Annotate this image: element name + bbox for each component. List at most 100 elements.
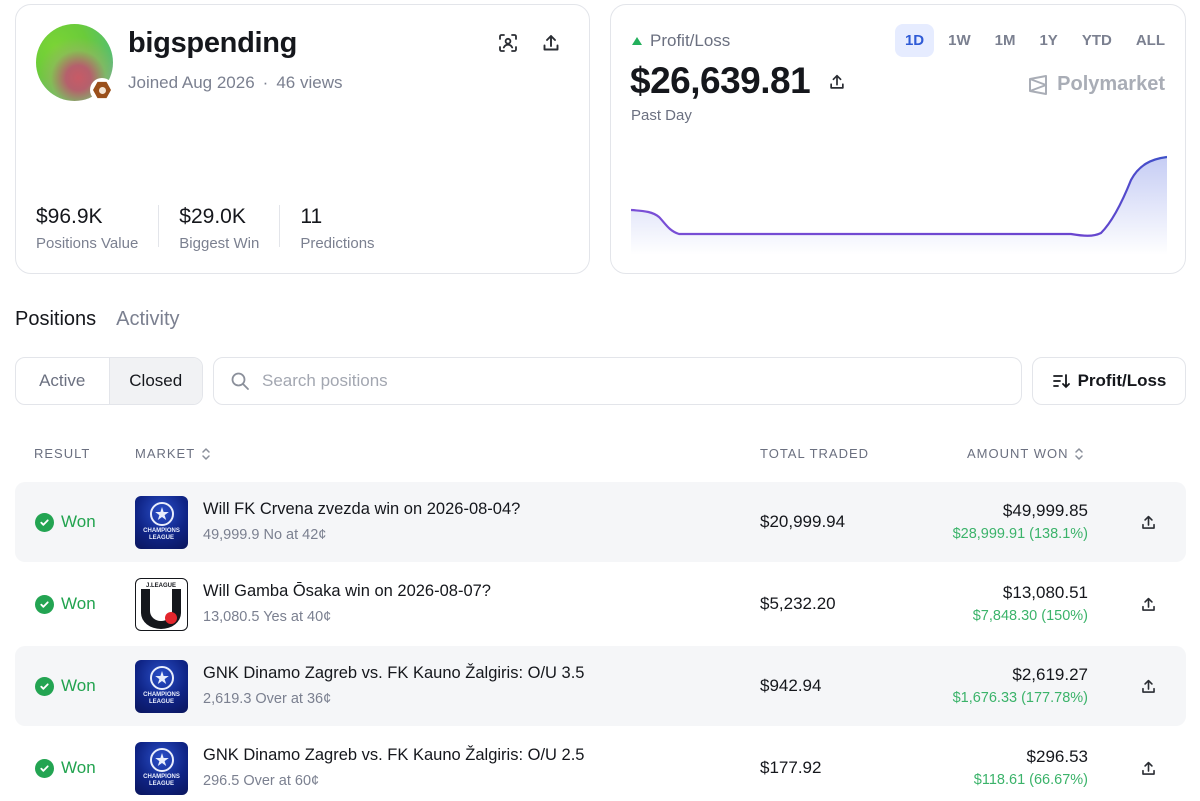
sort-updown-icon [202,447,210,460]
starball-icon [149,748,174,772]
result-cell: Won [35,512,96,532]
header-amount-won[interactable]: AMOUNT WON [967,446,1084,461]
tab-positions[interactable]: Positions [15,308,96,331]
result-label: Won [61,676,96,695]
amount-won-cell: $13,080.51 $7,848.30 (150%) [973,583,1088,624]
stat-value: $96.9K [36,205,103,228]
share-pnl-button[interactable] [824,69,850,95]
range-all[interactable]: ALL [1126,24,1175,57]
segment-closed[interactable]: Closed [108,358,202,404]
market-detail: 13,080.5 Yes at 40¢ [203,609,332,625]
tab-activity[interactable]: Activity [116,308,179,331]
stat-value: $29.0K [179,205,246,228]
amount-won: $13,080.51 [1002,583,1088,602]
pnl-period: Past Day [631,107,692,124]
sort-button[interactable]: Profit/Loss [1032,357,1186,405]
share-profile-button[interactable] [538,30,564,56]
amount-won: $2,619.27 [1012,665,1088,684]
total-traded: $5,232.20 [760,594,836,613]
stat-label: Predictions [300,235,375,252]
market-detail: 296.5 Over at 60¢ [203,773,320,789]
champions-league-logo: CHAMPIONS LEAGUE [135,742,188,795]
scan-profile-button[interactable] [495,30,521,56]
share-icon [1141,515,1155,529]
range-1y[interactable]: 1Y [1029,24,1067,57]
username: bigspending [128,27,298,59]
table-row[interactable]: Won J.LEAGUE Will Gamba Ōsaka win on 202… [15,564,1186,644]
trend-up-icon [632,37,642,45]
share-position-button[interactable] [1135,755,1161,781]
header-label: MARKET [135,446,196,461]
pnl-label-row: Profit/Loss [632,31,730,51]
joined-date: Joined Aug 2026 [128,73,255,92]
share-position-button[interactable] [1135,591,1161,617]
range-selector: 1D 1W 1M 1Y YTD ALL [894,24,1175,57]
market-title[interactable]: GNK Dinamo Zagreb vs. FK Kauno Žalgiris:… [203,664,584,683]
pnl-value: $26,639.81 [630,60,811,101]
market-title[interactable]: GNK Dinamo Zagreb vs. FK Kauno Žalgiris:… [203,746,584,765]
result-label: Won [61,512,96,531]
positions-tabs: Positions Activity [15,308,180,331]
sort-label: Profit/Loss [1077,371,1167,390]
search-input[interactable] [262,371,962,391]
market-title[interactable]: Will FK Crvena zvezda win on 2026-08-04? [203,500,520,519]
profile-card: bigspending Joined Aug 2026 · 46 views $96… [15,4,590,274]
logo-text: J.LEAGUE [146,583,176,589]
segment-active[interactable]: Active [16,358,109,404]
profit-gain: $7,848.30 (150%) [972,608,1088,624]
profile-meta: Joined Aug 2026 · 46 views [128,73,343,92]
logo-text-line: LEAGUE [148,781,174,787]
pnl-label: Profit/Loss [650,31,731,50]
scan-icon [499,34,517,52]
share-icon [543,35,559,51]
share-icon [1141,597,1155,611]
range-1m[interactable]: 1M [985,24,1026,57]
status-segmented-control: Active Closed [15,357,203,405]
amount-won: $296.53 [1026,747,1088,766]
market-detail: 49,999.9 No at 42¢ [203,527,327,543]
pnl-chart [631,155,1167,255]
logo-text: CHAMPIONS LEAGUE [143,528,180,542]
share-icon [1141,679,1155,693]
total-traded: $942.94 [760,676,822,695]
market-detail: 2,619.3 Over at 36¢ [203,691,332,707]
total-traded: $177.92 [760,758,822,777]
pnl-area [631,157,1167,255]
logo-text: CHAMPIONS LEAGUE [143,774,180,788]
amount-won-cell: $2,619.27 $1,676.33 (177.78%) [953,665,1088,706]
share-position-button[interactable] [1135,673,1161,699]
range-1d[interactable]: 1D [894,24,935,57]
stat-value: 11 [300,205,323,228]
result-label: Won [61,758,96,777]
pnl-line [631,155,1167,237]
search-icon [231,372,249,390]
stat-label: Biggest Win [179,235,260,252]
range-1w[interactable]: 1W [938,24,981,57]
table-row[interactable]: Won CHAMPIONS LEAGUE GNK Dinamo Zagreb vs… [15,728,1186,801]
header-label: TOTAL TRADED [760,446,870,461]
range-ytd[interactable]: YTD [1072,24,1122,57]
champions-league-logo: CHAMPIONS LEAGUE [135,660,188,713]
logo-text-line: CHAMPIONS [143,528,180,534]
logo-text-line: LEAGUE [148,699,174,705]
polymarket-brand: Polymarket [1027,73,1165,96]
profit-gain: $1,676.33 (177.78%) [952,690,1088,706]
logo-text: CHAMPIONS LEAGUE [143,692,180,706]
logo-text-line: CHAMPIONS [143,692,180,698]
table-row[interactable]: Won CHAMPIONS LEAGUE Will FK Crvena zvezd… [15,482,1186,562]
starball-icon [149,502,174,526]
profit-gain: $28,999.91 (138.1%) [952,526,1088,542]
header-market[interactable]: MARKET [135,446,211,461]
header-label: RESULT [34,446,91,461]
search-box [213,357,1022,405]
j-league-logo: J.LEAGUE [135,578,188,631]
profile-stats: $96.9K Positions Value $29.0K Biggest Wi… [36,205,415,252]
share-icon [830,74,844,89]
champions-league-logo: CHAMPIONS LEAGUE [135,496,188,549]
check-circle-icon [35,676,54,696]
table-row[interactable]: Won CHAMPIONS LEAGUE GNK Dinamo Zagreb vs… [15,646,1186,726]
result-cell: Won [35,676,96,696]
stat-biggest-win: $29.0K Biggest Win [179,205,281,252]
market-title[interactable]: Will Gamba Ōsaka win on 2026-08-07? [203,582,491,601]
share-position-button[interactable] [1135,509,1161,535]
